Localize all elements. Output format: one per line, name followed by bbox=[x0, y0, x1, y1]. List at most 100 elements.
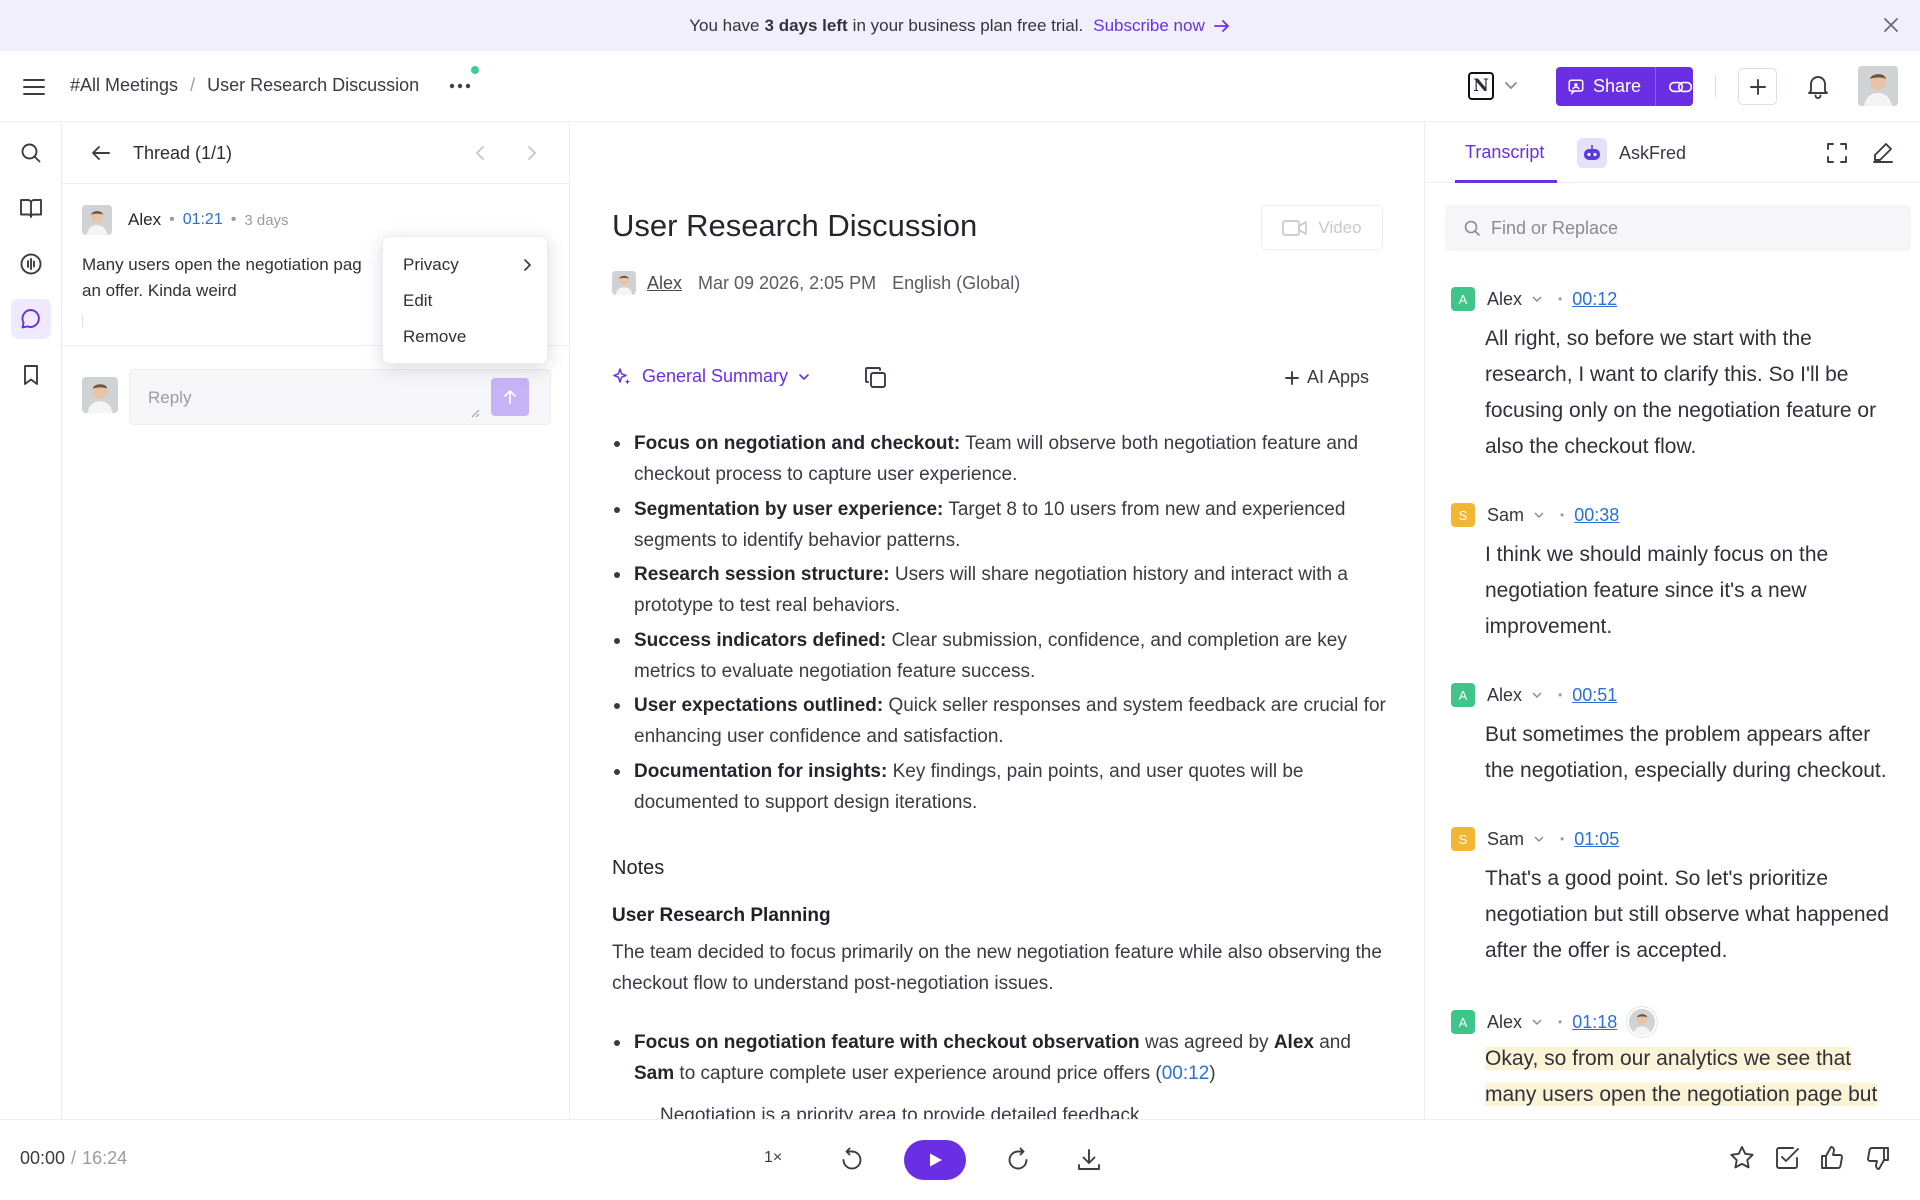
rail-bookmarks[interactable] bbox=[11, 355, 51, 395]
chevron-right-icon[interactable] bbox=[522, 144, 540, 162]
share-icon bbox=[1568, 79, 1584, 94]
ai-apps-button[interactable]: AI Apps bbox=[1284, 367, 1369, 388]
banner-text-rest: in your business plan free trial. bbox=[852, 15, 1084, 35]
menu-item-edit[interactable]: Edit bbox=[403, 291, 432, 311]
tab-askfred[interactable]: AskFred bbox=[1577, 138, 1686, 168]
comment-timestamp[interactable]: 01:21 bbox=[183, 211, 223, 229]
forward-icon[interactable] bbox=[1004, 1146, 1032, 1174]
chevron-left-icon[interactable] bbox=[472, 144, 490, 162]
thumbs-down-icon[interactable] bbox=[1864, 1144, 1892, 1172]
owner-avatar bbox=[612, 271, 636, 295]
meta-dot: • bbox=[169, 211, 175, 228]
breadcrumb-current: User Research Discussion bbox=[207, 75, 420, 95]
transcript-timestamp[interactable]: 01:18 bbox=[1572, 1012, 1617, 1033]
add-button[interactable] bbox=[1738, 68, 1777, 105]
task-checkbox-icon[interactable] bbox=[1773, 1144, 1801, 1172]
breadcrumb-all-meetings[interactable]: #All Meetings bbox=[70, 75, 178, 96]
thumbs-up-icon[interactable] bbox=[1818, 1144, 1846, 1172]
transcript-text: I think we should mainly focus on the ne… bbox=[1485, 543, 1829, 638]
transcript-timestamp[interactable]: 00:38 bbox=[1574, 505, 1619, 526]
transcript-timestamp[interactable]: 01:05 bbox=[1574, 829, 1619, 850]
menu-item-privacy[interactable]: Privacy bbox=[403, 255, 533, 275]
transcript-text-clip: Okay, so from our analytics we see that … bbox=[1425, 1040, 1920, 1119]
notion-icon[interactable]: N bbox=[1468, 72, 1494, 100]
find-replace-placeholder: Find or Replace bbox=[1491, 217, 1619, 238]
speaker-badge: A bbox=[1451, 683, 1475, 707]
menu-item-remove[interactable]: Remove bbox=[403, 327, 466, 347]
subscribe-link[interactable]: Subscribe now bbox=[1093, 16, 1231, 36]
reply-input[interactable]: Reply bbox=[129, 369, 551, 425]
meta-dot: • bbox=[230, 211, 237, 228]
menu-icon[interactable] bbox=[22, 76, 46, 98]
robot-icon bbox=[1584, 145, 1600, 160]
meeting-owner[interactable]: Alex bbox=[647, 273, 682, 294]
meeting-language[interactable]: English (Global) bbox=[892, 273, 1020, 294]
book-icon bbox=[20, 199, 42, 218]
trial-banner: You have 3 days left in your business pl… bbox=[0, 0, 1920, 51]
meta-dot: • bbox=[1558, 292, 1563, 306]
chevron-down-icon[interactable] bbox=[1530, 294, 1544, 304]
note-bullet: Focus on negotiation feature with checko… bbox=[614, 1027, 1394, 1089]
user-avatar[interactable] bbox=[1858, 66, 1898, 106]
thread-header: Thread (1/1) bbox=[62, 122, 570, 184]
close-icon[interactable] bbox=[1880, 14, 1902, 36]
askfred-icon bbox=[1577, 138, 1607, 168]
speaker-name[interactable]: Sam bbox=[1487, 829, 1524, 850]
summary-item: Research session structure: Users will s… bbox=[614, 559, 1394, 621]
chevron-down-icon[interactable] bbox=[1530, 690, 1544, 700]
active-tab-indicator bbox=[1455, 180, 1557, 183]
speaker-name[interactable]: Alex bbox=[1487, 289, 1522, 310]
link-icon[interactable] bbox=[1668, 77, 1693, 97]
transcript-timestamp[interactable]: 00:12 bbox=[1572, 289, 1617, 310]
speaker-name[interactable]: Alex bbox=[1487, 685, 1522, 706]
copy-icon[interactable] bbox=[863, 365, 889, 391]
video-button[interactable]: Video bbox=[1261, 205, 1383, 250]
share-button-group[interactable]: Share bbox=[1556, 67, 1693, 106]
download-icon[interactable] bbox=[1075, 1146, 1103, 1174]
bell-icon[interactable] bbox=[1806, 73, 1830, 99]
rewind-icon[interactable] bbox=[838, 1146, 866, 1174]
transcript-entry-header: A Alex • 00:51 bbox=[1451, 683, 1617, 707]
chevron-down-icon[interactable] bbox=[1532, 510, 1546, 520]
resize-handle-icon[interactable] bbox=[470, 408, 480, 418]
summary-selector[interactable]: General Summary bbox=[612, 366, 810, 387]
play-button[interactable] bbox=[904, 1140, 966, 1180]
chevron-down-icon[interactable] bbox=[1530, 1017, 1544, 1027]
speaker-name[interactable]: Alex bbox=[1487, 1012, 1522, 1033]
reply-placeholder: Reply bbox=[148, 388, 192, 407]
summary-item: Focus on negotiation and checkout: Team … bbox=[614, 428, 1394, 490]
send-reply-button[interactable] bbox=[491, 378, 529, 416]
commenter-avatar[interactable] bbox=[1627, 1007, 1658, 1037]
chat-bubble-icon bbox=[21, 309, 40, 329]
tab-transcript[interactable]: Transcript bbox=[1465, 142, 1544, 163]
transcript-text: Okay, so from our analytics we see that … bbox=[1485, 1041, 1905, 1113]
rail-analytics[interactable] bbox=[11, 244, 51, 284]
avatar-image bbox=[82, 377, 118, 413]
cut-off-row: Negotiation is a priority area to provid… bbox=[570, 1102, 1424, 1119]
playback-speed[interactable]: 1× bbox=[764, 1149, 782, 1167]
meeting-title: User Research Discussion bbox=[612, 208, 978, 243]
back-arrow-icon[interactable] bbox=[90, 142, 112, 164]
share-button[interactable]: Share bbox=[1593, 76, 1641, 97]
edit-pencil-icon[interactable] bbox=[1871, 140, 1895, 164]
star-icon[interactable] bbox=[1728, 1144, 1756, 1172]
text-caret bbox=[82, 315, 83, 327]
comment-author: Alex bbox=[128, 210, 162, 229]
online-dot bbox=[471, 66, 479, 74]
rail-comments[interactable] bbox=[11, 299, 51, 339]
notes-subheading: User Research Planning bbox=[612, 905, 831, 926]
rail-search[interactable] bbox=[11, 133, 51, 173]
transcript-timestamp[interactable]: 00:51 bbox=[1572, 685, 1617, 706]
chevron-down-icon[interactable] bbox=[1503, 80, 1519, 92]
notes-heading: Notes bbox=[612, 857, 665, 879]
find-replace-input[interactable]: Find or Replace bbox=[1445, 205, 1911, 251]
expand-icon[interactable] bbox=[1825, 141, 1849, 165]
more-options-icon[interactable] bbox=[447, 75, 475, 97]
current-time: 00:00 bbox=[20, 1148, 66, 1168]
speaker-name[interactable]: Sam bbox=[1487, 505, 1524, 526]
note-timestamp-link[interactable]: 00:12 bbox=[1162, 1063, 1210, 1084]
chevron-down-icon[interactable] bbox=[1532, 834, 1546, 844]
time-separator: / bbox=[71, 1148, 77, 1168]
askfred-label: AskFred bbox=[1619, 142, 1687, 163]
rail-library[interactable] bbox=[11, 188, 51, 228]
